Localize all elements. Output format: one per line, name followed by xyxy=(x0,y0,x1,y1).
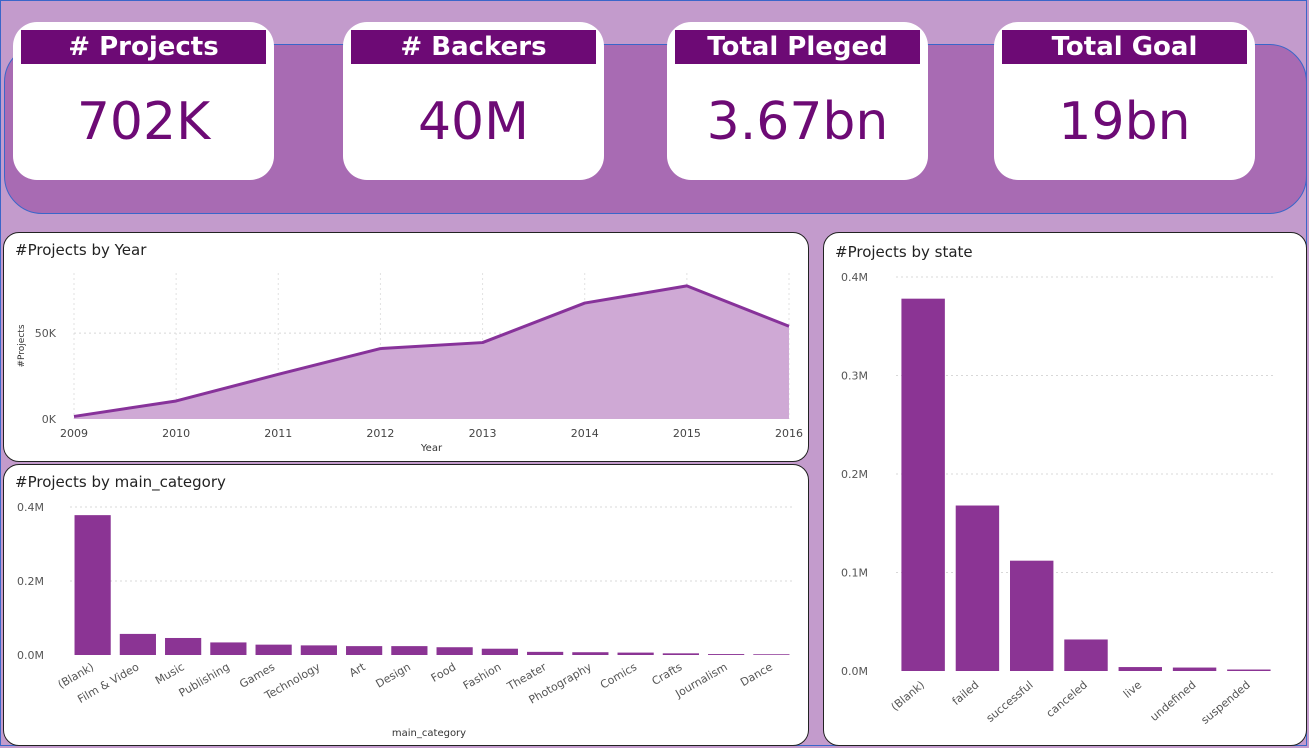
x-tick-label: 2009 xyxy=(60,427,88,440)
x-tick-label: 2010 xyxy=(162,427,190,440)
x-tick-label: 2014 xyxy=(571,427,599,440)
projects-by-year-chart: 0K 50K 2009 2010 2011 2012 2013 2014 2015 2016 Yea… xyxy=(17,273,803,454)
bar xyxy=(74,515,111,655)
bar xyxy=(527,651,564,655)
bar xyxy=(708,654,745,655)
kpi-value: 3.67bn xyxy=(706,92,889,152)
y-tick-label: 0.2M xyxy=(17,575,44,588)
bar xyxy=(1227,669,1271,671)
x-tick-label: 2016 xyxy=(775,427,803,440)
bar xyxy=(436,647,473,655)
x-axis-title: main_category xyxy=(392,728,466,739)
y-tick-label: 0.4M xyxy=(17,501,44,514)
x-tick-label: 2011 xyxy=(264,427,292,440)
kpi-title: Total Goal xyxy=(1002,30,1247,64)
x-tick-label: Music xyxy=(153,660,187,687)
x-tick-label: Dance xyxy=(738,660,775,689)
x-tick-label: canceled xyxy=(1044,678,1090,720)
x-tick-label: Design xyxy=(373,660,412,690)
x-tick-label: Fashion xyxy=(461,660,503,692)
x-tick-label: undefined xyxy=(1148,678,1199,724)
y-tick-label: 0.0M xyxy=(841,665,868,678)
x-tick-label: 2013 xyxy=(469,427,497,440)
x-tick-label: Crafts xyxy=(650,660,685,688)
kpi-card-total-goal[interactable]: Total Goal 19bn xyxy=(994,22,1255,180)
x-tick-label: Comics xyxy=(598,660,639,691)
x-tick-label: live xyxy=(1121,678,1144,701)
projects-by-state-panel[interactable]: #Projects by state 0.0M 0.1M 0.2M 0.3M 0.4M(… xyxy=(823,232,1307,746)
bar xyxy=(300,645,337,655)
bar xyxy=(572,652,609,655)
x-tick-label: Art xyxy=(347,660,368,680)
x-tick-label: 2015 xyxy=(673,427,701,440)
bar xyxy=(617,652,654,655)
kpi-card-projects[interactable]: # Projects 702K xyxy=(13,22,274,180)
x-tick-label: 2012 xyxy=(366,427,394,440)
y-tick-label: 0.2M xyxy=(841,468,868,481)
bar xyxy=(346,646,383,655)
kpi-value: 702K xyxy=(76,92,211,152)
x-tick-label: Food xyxy=(429,660,458,684)
projects-by-category-panel[interactable]: #Projects by main_category 0.0M 0.2M 0.4M(… xyxy=(3,464,809,746)
bar xyxy=(119,633,156,655)
projects-by-category-chart: 0.0M0.2M0.4M(Blank)Film & Video MusicPubl… xyxy=(17,501,794,739)
bar xyxy=(391,646,428,655)
x-tick-label: suspended xyxy=(1199,678,1253,726)
bar xyxy=(1064,639,1108,671)
y-tick-label: 0.4M xyxy=(841,271,868,284)
y-axis-title: #Projects xyxy=(17,324,27,367)
y-tick-label: 0.3M xyxy=(841,370,868,383)
kpi-title: # Projects xyxy=(21,30,266,64)
bar xyxy=(210,642,247,655)
bar xyxy=(1010,560,1054,671)
bar xyxy=(1118,667,1162,671)
bar xyxy=(255,644,292,655)
bar xyxy=(901,298,945,671)
kpi-card-backers[interactable]: # Backers 40M xyxy=(343,22,604,180)
x-axis-title: Year xyxy=(420,443,443,454)
x-tick-label: failed xyxy=(950,678,982,708)
kpi-value: 19bn xyxy=(1058,92,1191,152)
kpi-title: Total Pleged xyxy=(675,30,920,64)
bar xyxy=(165,637,202,655)
bar xyxy=(955,505,1000,671)
projects-by-state-chart: 0.0M 0.1M 0.2M 0.3M 0.4M (Blank) failed success… xyxy=(841,271,1276,727)
bar xyxy=(753,654,790,655)
y-tick-label: 0K xyxy=(42,413,57,426)
x-tick-label: (Blank) xyxy=(889,678,927,713)
y-tick-label: 50K xyxy=(35,327,57,340)
projects-by-year-panel[interactable]: #Projects by Year 0K 50K 2009 2010 2011 2012 2… xyxy=(3,232,809,462)
x-tick-label: successful xyxy=(984,678,1036,725)
bar xyxy=(662,653,699,655)
kpi-card-total-pledged[interactable]: Total Pleged 3.67bn xyxy=(667,22,928,180)
bar xyxy=(481,648,518,655)
x-tick-label: Publishing xyxy=(177,660,232,699)
kpi-value: 40M xyxy=(417,92,530,152)
bar xyxy=(1172,667,1217,671)
kpi-title: # Backers xyxy=(351,30,596,64)
y-tick-label: 0.1M xyxy=(841,567,868,580)
y-tick-label: 0.0M xyxy=(17,649,44,662)
